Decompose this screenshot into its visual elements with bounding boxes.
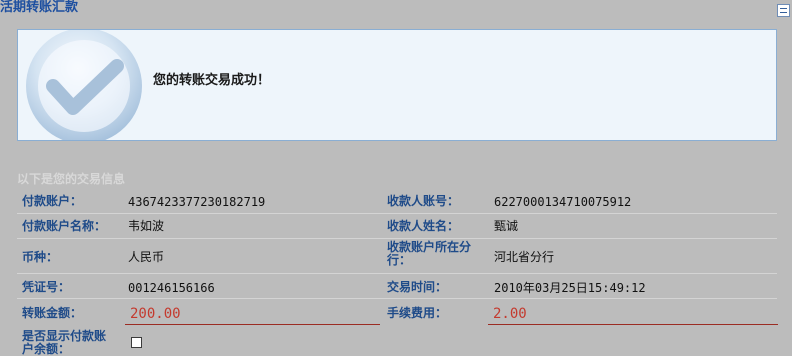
show-balance-label: 是否显示付款账 户余额：	[22, 329, 107, 356]
fee-value: 2.00	[493, 306, 527, 322]
fee-label: 手续费用：	[387, 306, 448, 320]
payer-account-label: 付款账户：	[22, 194, 83, 208]
info-row-names: 付款账户名称： 韦如波 收款人姓名： 甄诚	[17, 214, 777, 239]
currency-label: 币种：	[22, 250, 59, 264]
info-row-amount: 转账金额： 200.00 手续费用： 2.00	[17, 299, 778, 326]
payee-account-label: 收款人账号：	[387, 194, 460, 208]
voucher-value: 001246156166	[128, 281, 215, 295]
amount-label: 转账金额：	[22, 306, 83, 320]
amount-value: 200.00	[130, 306, 181, 322]
transaction-info-title: 以下是您的交易信息	[17, 172, 126, 186]
voucher-label: 凭证号：	[22, 280, 71, 294]
amount-field: 200.00	[125, 305, 380, 325]
fee-field: 2.00	[488, 305, 778, 325]
list-icon[interactable]	[777, 4, 790, 17]
success-message: 您的转账交易成功！	[153, 73, 271, 88]
payee-account-value: 6227000134710075912	[494, 195, 632, 209]
page-title: 活期转账汇款	[0, 0, 79, 15]
success-panel: 您的转账交易成功！	[17, 29, 777, 141]
currency-value: 人民币	[128, 250, 165, 264]
transaction-time-value: 2010年03月25日15:49:12	[494, 281, 646, 295]
payee-name-value: 甄诚	[494, 219, 519, 233]
info-row-currency: 币种： 人民币 收款账户所在分 行： 河北省分行	[17, 239, 777, 274]
payee-branch-value: 河北省分行	[494, 250, 555, 264]
payee-name-label: 收款人姓名：	[387, 219, 460, 233]
payer-account-value: 4367423377230182719	[128, 195, 266, 209]
transaction-time-label: 交易时间：	[387, 280, 448, 294]
info-row-voucher: 凭证号： 001246156166 交易时间： 2010年03月25日15:49…	[17, 274, 777, 299]
payer-name-label: 付款账户名称：	[22, 219, 107, 233]
checkmark-icon	[26, 30, 142, 140]
show-balance-checkbox[interactable]	[131, 337, 142, 348]
payee-branch-label: 收款账户所在分 行：	[387, 240, 472, 267]
info-row-account: 付款账户： 4367423377230182719 收款人账号： 6227000…	[17, 189, 777, 214]
payer-name-value: 韦如波	[128, 219, 165, 233]
info-row-balance: 是否显示付款账 户余额：	[17, 326, 777, 356]
